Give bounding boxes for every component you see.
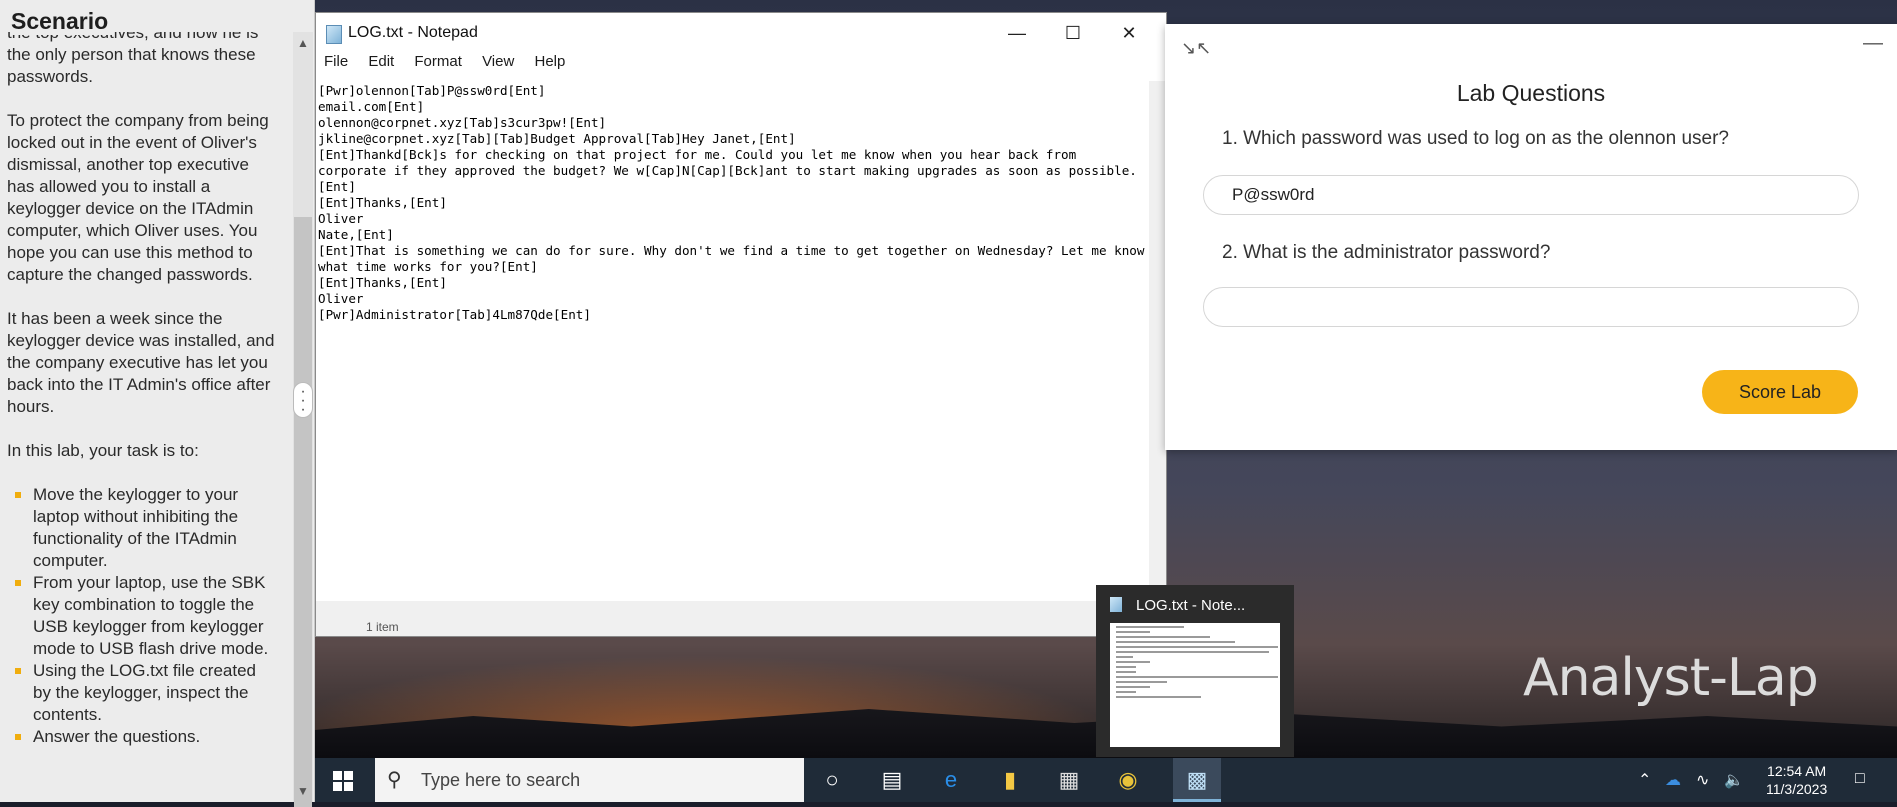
scenario-title: Scenario [11,8,115,35]
text-line: [Ent] [318,179,356,194]
scenario-paragraph-3: In this lab, your task is to: [7,441,199,460]
cortana-icon[interactable]: ○ [816,764,848,796]
text-line: what time works for you?[Ent] [318,259,538,274]
vertical-scrollbar[interactable] [1149,81,1166,601]
onedrive-icon[interactable]: ☁ [1665,770,1681,790]
notepad-app-icon [326,25,342,44]
taskbar-search-box[interactable]: ⚲ Type here to search [375,758,804,802]
horizontal-scrollbar[interactable] [316,601,1166,618]
text-line: Nate,[Ent] [318,227,394,242]
text-line: jkline@corpnet.xyz[Tab][Tab]Budget Appro… [318,131,796,146]
desktop-hostname: Analyst-Lap [1523,648,1819,708]
lab-heading: Lab Questions [1456,80,1606,106]
text-line: [Ent]Thanks,[Ent] [318,275,447,290]
notepad-titlebar[interactable]: LOG.txt - Notepad — ☐ ✕ [316,13,1166,53]
task-item: Using the LOG.txt file created by the ke… [7,660,277,726]
menu-bar: File Edit Format View Help [316,53,1166,77]
status-bar: 1 item [316,618,1166,636]
window-title: LOG.txt - Notepad [348,24,478,41]
text-editor[interactable]: [Pwr]olennon[Tab]P@ssw0rd[Ent] email.com… [316,81,1150,601]
menu-file[interactable]: File [324,53,348,70]
scroll-thumb[interactable] [294,217,312,807]
notifications-icon[interactable]: □ [1855,770,1865,788]
minimize-icon[interactable]: — [994,19,1040,47]
panel-resize-handle-icon[interactable]: · · · [293,382,313,418]
lab-questions-panel: ↘↖ — Lab Questions 1. Which password was… [1165,24,1897,450]
task-item: Answer the questions. [7,726,277,748]
text-line: [Ent]That is something we can do for sur… [318,243,1145,258]
search-placeholder: Type here to search [421,770,581,790]
menu-format[interactable]: Format [414,53,462,70]
answer-1-input[interactable] [1203,175,1859,215]
task-view-icon[interactable]: ▤ [876,764,908,796]
store-icon[interactable]: ▦ [1053,764,1085,796]
thumbnail-preview [1110,623,1280,747]
scroll-down-icon[interactable]: ▼ [297,784,309,798]
notepad-taskbar-button[interactable]: ▩ [1173,758,1221,802]
scenario-paragraph-2: It has been a week since the keylogger d… [7,309,275,416]
scroll-up-icon[interactable]: ▲ [297,36,309,50]
text-line: corporate if they approved the budget? W… [318,163,1137,178]
search-icon: ⚲ [387,769,402,791]
windows-start-icon[interactable] [333,771,353,791]
score-lab-button[interactable]: Score Lab [1702,370,1858,414]
taskbar: ⚲ Type here to search ○ ▤ e ▮ ▦ ◉ ▩ ⌃ ☁ … [315,758,1897,802]
notepad-app-icon [1110,597,1122,612]
file-explorer-icon[interactable]: ▮ [994,764,1026,796]
edge-icon[interactable]: e [935,764,967,796]
scenario-paragraph-1: To protect the company from being locked… [7,111,269,284]
notepad-window: LOG.txt - Notepad — ☐ ✕ File Edit Format… [315,12,1167,637]
scenario-panel: Scenario the top executives, and now he … [0,0,315,807]
menu-edit[interactable]: Edit [368,53,394,70]
text-line: Oliver [318,211,364,226]
show-hidden-icons-icon[interactable]: ⌃ [1638,770,1651,790]
question-1: 1. Which password was used to log on as … [1222,128,1729,149]
status-text: 1 item [366,620,399,634]
close-icon[interactable]: ✕ [1106,19,1152,47]
chrome-icon[interactable]: ◉ [1112,764,1144,796]
text-line: email.com[Ent] [318,99,425,114]
taskbar-thumbnail[interactable]: LOG.txt - Note... [1096,585,1294,757]
question-2: 2. What is the administrator password? [1222,242,1551,263]
menu-view[interactable]: View [482,53,514,70]
text-line: [Ent]Thanks,[Ent] [318,195,447,210]
task-item: From your laptop, use the SBK key combin… [7,572,277,660]
text-line: Oliver [318,291,364,306]
scenario-text-cut: the top executives, and now he is the on… [7,32,259,86]
network-icon[interactable]: ∿ [1696,770,1709,790]
text-line: [Ent]Thankd[Bck]s for checking on that p… [318,147,1077,162]
maximize-icon[interactable]: ☐ [1050,19,1096,47]
answer-2-input[interactable] [1203,287,1859,327]
menu-help[interactable]: Help [534,53,565,70]
volume-icon[interactable]: 🔈 [1724,770,1744,790]
system-clock[interactable]: 12:54 AM 11/3/2023 [1766,762,1827,798]
thumbnail-title: LOG.txt - Note... [1136,597,1246,614]
text-line: [Pwr]olennon[Tab]P@ssw0rd[Ent] [318,83,546,98]
task-item: Move the keylogger to your laptop withou… [7,484,277,572]
notepad-app-icon: ▩ [1186,767,1208,792]
clock-time: 12:54 AM [1767,763,1827,779]
text-line: [Pwr]Administrator[Tab]4Lm87Qde[Ent] [318,307,591,322]
scenario-body: the top executives, and now he is the on… [7,32,277,802]
clock-date: 11/3/2023 [1766,781,1828,797]
text-line: olennon@corpnet.xyz[Tab]s3cur3pw![Ent] [318,115,607,130]
collapse-icon[interactable]: ↘↖ [1181,38,1211,59]
minimize-panel-icon[interactable]: — [1863,32,1883,55]
task-list: Move the keylogger to your laptop withou… [7,484,277,748]
